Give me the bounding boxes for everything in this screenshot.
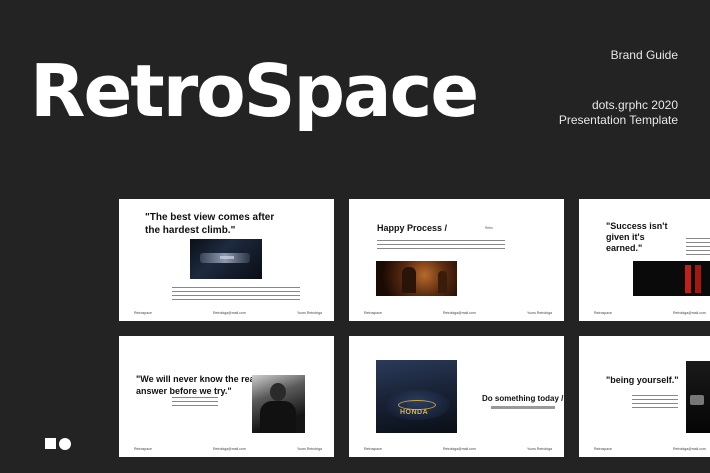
slide-footer-left: Retrospace (364, 447, 382, 451)
slide-footer-left: Retrospace (134, 447, 152, 451)
slide-thumbnail[interactable]: HONDA Do something today / Retrospace Re… (349, 336, 564, 457)
subtitle-label: Presentation Template (558, 113, 678, 127)
slide-title: Do something today / (482, 394, 564, 403)
slide-quote: "The best view comes after the hardest c… (145, 212, 275, 236)
slide-footer-right: Yours Retrobiga (527, 311, 552, 315)
slide-photo-neon-sign (633, 261, 710, 296)
slide-photo-guitarist (376, 261, 457, 296)
slide-body-text (377, 239, 505, 251)
slide-badge: HONDA (400, 409, 429, 416)
slide-quote: "We will never know the real answer befo… (136, 374, 258, 396)
slide-photo-motorcycle-tank: HONDA (376, 360, 457, 433)
slide-body-text (632, 394, 678, 408)
slide-tag: Retro (485, 226, 493, 230)
slide-footer-center: Retrobiga@mail.com (213, 447, 246, 451)
slide-thumbnail[interactable]: "Success isn't given it's earned." Retro… (579, 199, 710, 321)
slide-footer-left: Retrospace (594, 311, 612, 315)
slide-footer-left: Retrospace (594, 447, 612, 451)
slide-footer-center: Retrobiga@mail.com (213, 311, 246, 315)
slide-body-text (172, 396, 218, 408)
logo-circle-icon (59, 438, 71, 450)
slide-thumbnail[interactable]: Happy Process / Retro Retrospace Retrobi… (349, 199, 564, 321)
slide-footer-left: Retrospace (134, 311, 152, 315)
slide-footer-center: Retrobiga@mail.com (443, 311, 476, 315)
meta-block: dots.grphc 2020 Presentation Template (559, 98, 678, 128)
slide-body-text (686, 237, 710, 255)
slide-footer-center: Retrobiga@mail.com (673, 447, 706, 451)
slide-body-text (491, 406, 555, 409)
slide-photo-portrait (252, 375, 305, 433)
slide-footer-center: Retrobiga@mail.com (673, 311, 706, 315)
slide-photo-dark (686, 361, 710, 433)
slide-quote: "being yourself." (606, 375, 679, 385)
brand-guide-label: Brand Guide (610, 48, 678, 62)
slide-footer-right: Yours Retrobiga (527, 447, 552, 451)
slide-thumbnail[interactable]: "being yourself." Retrospace Retrobiga@m… (579, 336, 710, 457)
slide-thumbnail[interactable]: "We will never know the real answer befo… (119, 336, 334, 457)
page-title: RetroSpace (30, 49, 479, 133)
slide-title: Happy Process / (377, 223, 448, 233)
author-label: dots.grphc 2020 (591, 98, 678, 112)
slide-footer-right: Yours Retrobiga (297, 447, 322, 451)
slide-footer-right: Yours Retrobiga (297, 311, 322, 315)
logo-square-icon (45, 438, 56, 449)
slide-footer-left: Retrospace (364, 311, 382, 315)
slide-thumbnail[interactable]: "The best view comes after the hardest c… (119, 199, 334, 321)
slide-photo-car-headlight (190, 239, 262, 279)
slide-body-text (172, 286, 300, 300)
slide-footer-center: Retrobiga@mail.com (443, 447, 476, 451)
slide-quote: "Success isn't given it's earned." (606, 221, 668, 253)
